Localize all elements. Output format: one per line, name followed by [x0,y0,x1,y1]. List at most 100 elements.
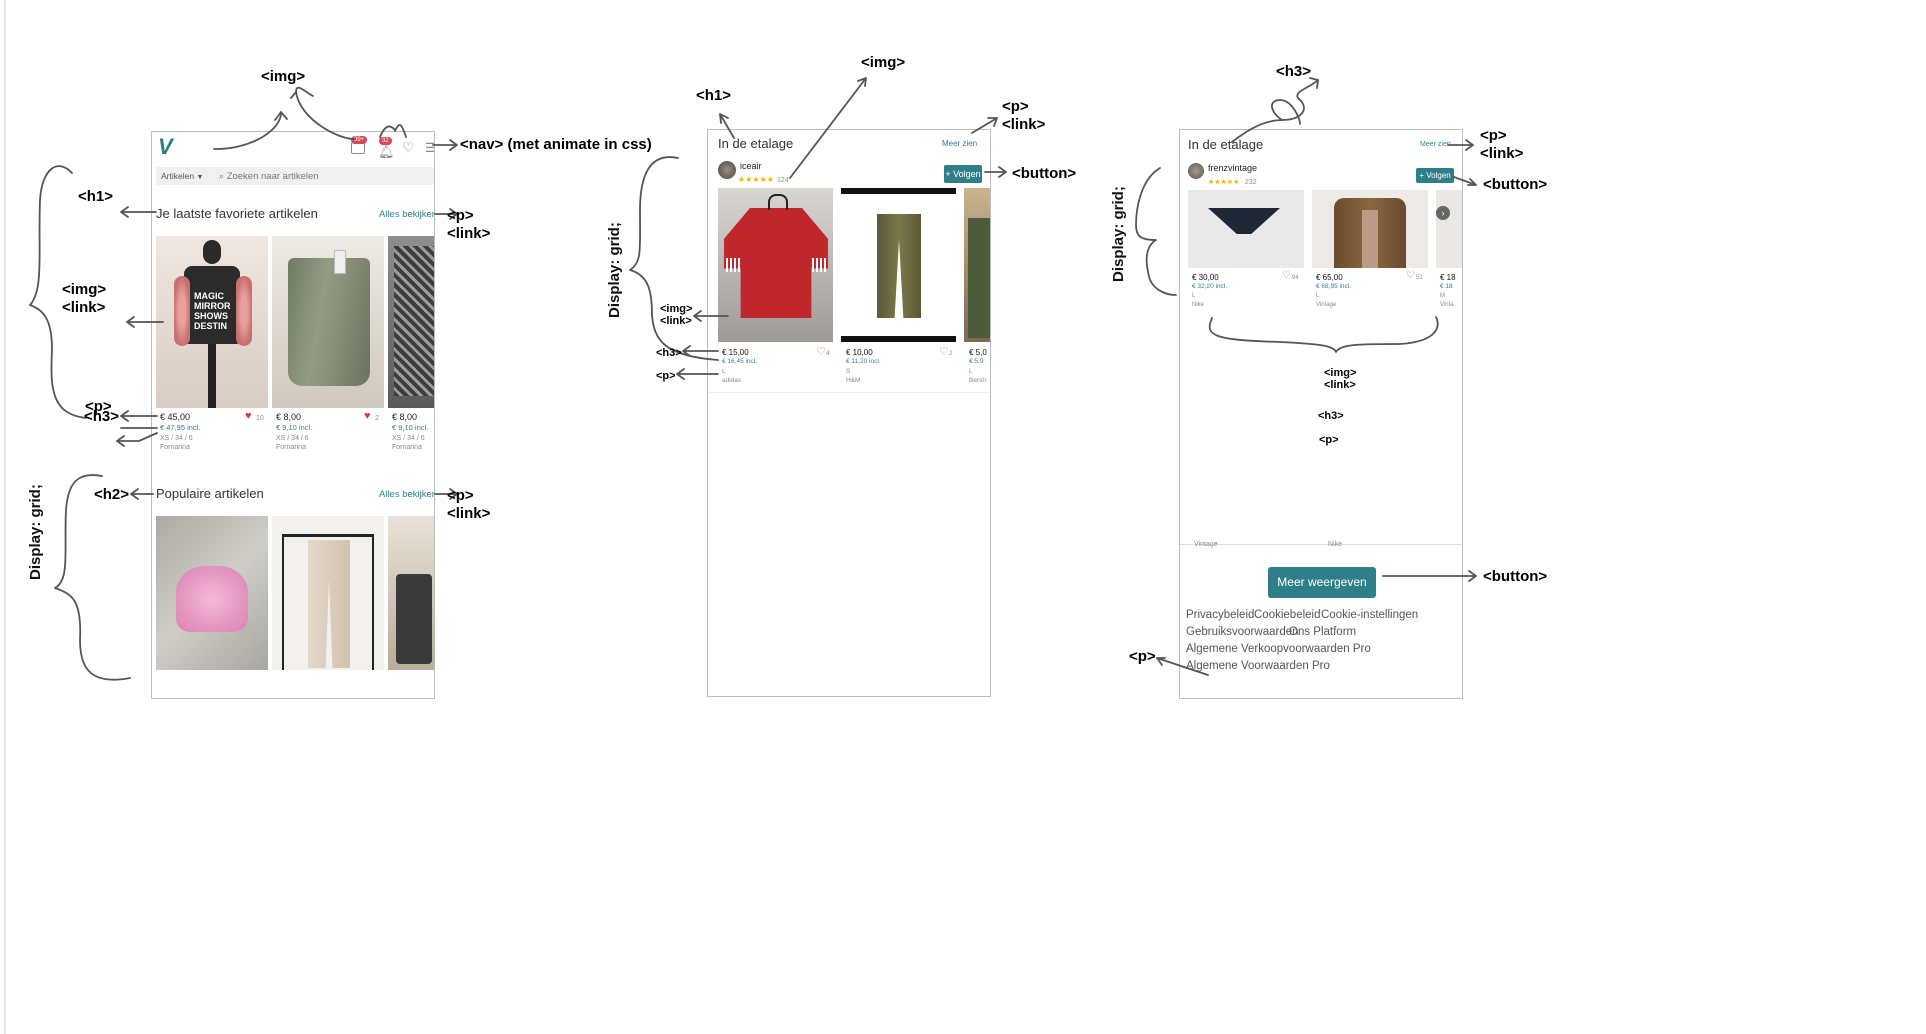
label-img-top: <img> [261,68,306,85]
carousel-next-icon[interactable]: › [1436,206,1450,220]
seller-rating-stars: ★★★★★ [738,175,774,184]
label-button-4: <button> [1483,568,1548,585]
label-h1: <h1> [78,188,114,205]
item-3-brand: Fornarina [392,444,422,451]
hanger [768,194,788,210]
etalage-item-2-brand: H&M [846,377,861,384]
etalage-item-2-like-icon[interactable]: ♡ [939,345,949,358]
ruffle-right [236,276,252,346]
ruffle-left [174,276,190,346]
see-more-link[interactable]: Meer zien [942,139,977,148]
canvas-edge [4,0,6,1034]
etalage-item-1-like-icon[interactable]: ♡ [816,345,826,358]
item-1-brand: Fornarina [160,444,190,451]
seller-review-count: 124 [777,177,789,184]
cut-text-nike: Nike [1328,541,1343,548]
item-2-brand: Fornarina [276,444,306,451]
label-p-3: <p> [1319,434,1339,446]
footer-platform-link[interactable]: Ons Platform [1289,626,1356,638]
footer-sales-terms-pro-link[interactable]: Algemene Verkoopvoorwaarden Pro [1186,643,1371,655]
favorites-see-all-link[interactable]: Alles bekijken [379,209,434,220]
label-button-2: <button> [1012,165,1077,182]
etalage-item-2-like-icon[interactable]: ♡ [1406,270,1415,281]
menu-icon[interactable]: ☰ [425,140,434,156]
search-input[interactable]: ⌕ Zoeken naar artikelen [214,167,434,185]
etalage-item-1-incl-price: € 16,45 incl. [722,358,758,365]
label-h2: <h2> [94,486,130,503]
cut-text-vintage: Vintage [1194,541,1218,548]
popular-see-all-link[interactable]: Alles bekijken [379,489,434,500]
follow-button[interactable]: + Volgen [1416,168,1454,183]
item-1-like-icon[interactable]: ♥ [245,410,252,422]
category-dropdown[interactable]: Artikelen ▼ [156,167,217,185]
etalage-item-2-incl-price: € 68,95 incl. [1316,283,1352,290]
product-image-3[interactable] [964,188,990,342]
avatar[interactable] [1188,163,1204,179]
more-button[interactable]: Meer weergeven [1268,567,1376,598]
follow-button[interactable]: + Volgen [944,165,982,183]
label-grid-3: Display: grid; [1110,186,1127,282]
popular-image-3[interactable] [388,516,434,670]
label-h3-1: <h3> [84,408,120,425]
footer-terms-link[interactable]: Gebruiksvoorwaarden [1186,626,1299,638]
etalage-item-1-incl-price: € 32,20 incl. [1192,283,1228,290]
label-p-link-4: <p> <link> [1480,127,1524,162]
label-p-link-2: <p> <link> [447,487,491,522]
rack-leg-right [372,534,374,670]
search-icon: ⌕ [219,171,225,181]
footer-privacy-link[interactable]: Privacybeleid [1186,609,1254,621]
etalage-item-2-brand: Vintage [1316,302,1337,308]
popular-image-1[interactable] [156,516,268,670]
mannequin-stand [208,344,216,408]
shirt-print: MAGIC MIRROR SHOWS DESTIN [194,291,231,331]
category-dropdown-label: Artikelen [161,171,195,181]
etalage-title: In de etalage [1188,137,1264,152]
product-image-2[interactable] [272,236,384,408]
seller-name[interactable]: iceair [740,161,762,171]
see-more-link[interactable]: Meer zien [1420,141,1451,148]
label-grid-1: Display: grid; [27,484,44,580]
bell-icon[interactable]: 🔔︎ [378,144,395,160]
person-skin [1362,210,1378,268]
product-image-3[interactable] [388,236,434,408]
navy-garment [1208,208,1280,234]
bag [396,574,432,664]
item-2-like-icon[interactable]: ♥ [364,410,371,422]
item-1-incl-price: € 47,95 incl. [160,423,201,432]
label-img-link-3: <img> <link> [1324,367,1357,391]
popular-image-2[interactable] [272,516,384,670]
footer-cookie-link[interactable]: Cookiebeleid [1254,609,1321,621]
label-img-link-2: <img> <link> [660,303,693,327]
label-p-4: <p> [1129,648,1156,665]
product-image-cargo[interactable] [841,188,956,342]
item-3-incl-price: € 9,10 incl. [392,423,429,432]
footer-cookie-settings-link[interactable]: Cookie-instellingen [1321,609,1418,621]
product-image-tshirt[interactable] [718,188,833,342]
label-p-2: <p> [656,370,676,382]
seller-name[interactable]: frenzvintage [1208,163,1257,173]
label-img-link-1: <img> <link> [62,281,107,316]
partial-item [968,218,990,338]
product-image-3[interactable]: › [1436,190,1462,268]
product-image-shorts[interactable] [1188,190,1304,268]
etalage-item-2-likes: 51 [1416,275,1423,281]
logo[interactable]: V [158,134,173,160]
notification-badge: 32 [379,137,392,145]
label-h3-3: <h3> [1276,63,1312,80]
price-tag [334,250,346,274]
favorites-title: Je laatste favoriete artikelen [156,206,318,221]
footer-terms-pro-link[interactable]: Algemene Voorwaarden Pro [1186,660,1330,672]
wireframe-home: V 99+ 🔔︎ 32 ♡ ☰ Artikelen ▼ ⌕ Zoeken naa… [151,131,435,699]
chevron-down-icon: ▼ [196,174,204,181]
search-placeholder: Zoeken naar artikelen [226,171,319,182]
label-h1-2: <h1> [696,87,732,104]
product-image-1[interactable]: MAGIC MIRROR SHOWS DESTIN [156,236,268,408]
avatar[interactable] [718,161,736,179]
beige-trousers [308,540,350,668]
etalage-item-2-likes: 2 [949,350,953,357]
etalage-item-1-like-icon[interactable]: ♡ [1282,270,1291,281]
product-image-jacket[interactable] [1312,190,1428,268]
favorites-heart-icon[interactable]: ♡ [402,139,415,156]
rack [282,534,374,537]
item-2-likes: 2 [375,415,379,422]
